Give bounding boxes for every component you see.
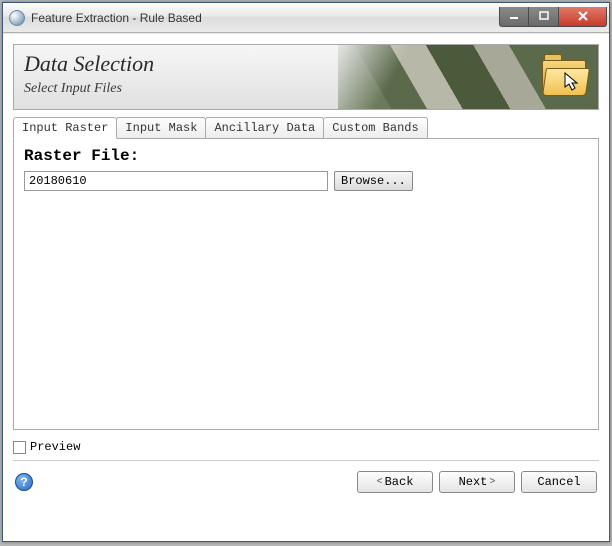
minimize-button[interactable] <box>499 7 529 27</box>
tab-custom-bands[interactable]: Custom Bands <box>323 117 427 139</box>
divider <box>13 460 599 461</box>
raster-file-input[interactable] <box>24 171 328 191</box>
window: Feature Extraction - Rule Based Data Sel… <box>2 2 610 542</box>
window-controls <box>499 7 607 29</box>
app-icon <box>9 10 25 26</box>
tab-input-mask[interactable]: Input Mask <box>116 117 206 139</box>
help-icon[interactable]: ? <box>15 473 33 491</box>
tab-input-raster[interactable]: Input Raster <box>13 117 117 139</box>
banner: Data Selection Select Input Files <box>13 44 599 110</box>
cursor-icon <box>564 72 582 92</box>
footer: ? < Back Next > Cancel <box>3 467 609 503</box>
banner-image <box>338 45 598 109</box>
next-label: Next <box>459 475 488 489</box>
preview-row: Preview <box>13 440 599 454</box>
browse-button[interactable]: Browse... <box>334 171 413 191</box>
banner-subtitle: Select Input Files <box>24 81 154 97</box>
cancel-button[interactable]: Cancel <box>521 471 597 493</box>
next-button[interactable]: Next > <box>439 471 515 493</box>
preview-label: Preview <box>30 440 80 454</box>
close-button[interactable] <box>559 7 607 27</box>
chevron-left-icon: < <box>377 477 383 488</box>
banner-title: Data Selection <box>24 51 154 77</box>
window-title: Feature Extraction - Rule Based <box>31 11 499 25</box>
tab-strip: Input Raster Input Mask Ancillary Data C… <box>13 117 599 139</box>
back-label: Back <box>385 475 414 489</box>
client-area: Data Selection Select Input Files Input … <box>3 33 609 541</box>
raster-file-label: Raster File: <box>24 147 588 165</box>
titlebar[interactable]: Feature Extraction - Rule Based <box>3 3 609 33</box>
maximize-button[interactable] <box>529 7 559 27</box>
tab-ancillary-data[interactable]: Ancillary Data <box>205 117 324 139</box>
preview-checkbox[interactable] <box>13 441 26 454</box>
back-button[interactable]: < Back <box>357 471 433 493</box>
folder-icon <box>542 60 586 94</box>
chevron-right-icon: > <box>489 477 495 488</box>
tab-panel-input-raster: Raster File: Browse... <box>13 138 599 430</box>
